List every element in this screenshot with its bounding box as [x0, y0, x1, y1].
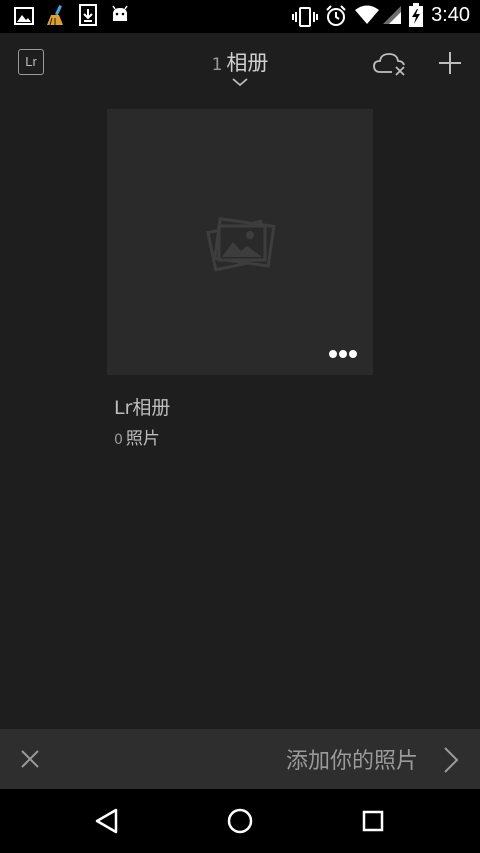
album-label: 相册 [226, 51, 269, 75]
status-bar: 3:40 [0, 0, 480, 33]
android-icon [112, 5, 128, 21]
chevron-down-icon[interactable] [231, 77, 249, 87]
album-selector[interactable]: 1 相册 [0, 47, 480, 77]
back-icon[interactable] [94, 807, 120, 835]
chevron-right-icon[interactable] [443, 746, 459, 774]
photo-count-label: 照片 [125, 429, 160, 449]
album-thumbnail[interactable] [107, 109, 373, 375]
photo-placeholder-icon [206, 217, 276, 272]
close-icon[interactable] [20, 749, 40, 769]
album-count: 1 [211, 55, 223, 75]
app-header: Lr 1 相册 [0, 33, 480, 95]
add-icon[interactable] [437, 50, 463, 76]
add-photos-banner[interactable]: 添加你的照片 [0, 729, 480, 789]
more-options-icon[interactable] [328, 348, 358, 360]
album-photo-count: 0 照片 [114, 424, 160, 449]
add-photos-label[interactable]: 添加你的照片 [286, 743, 418, 775]
alarm-icon [326, 5, 346, 26]
download-icon [79, 4, 97, 26]
home-icon[interactable] [227, 808, 253, 834]
gallery-icon [14, 7, 34, 25]
battery-icon [409, 3, 423, 27]
cleaner-icon [47, 5, 63, 26]
photo-count-number: 0 [114, 432, 123, 448]
cloud-sync-off-icon[interactable] [372, 51, 408, 77]
recents-icon[interactable] [362, 810, 384, 832]
clock: 3:40 [431, 4, 470, 26]
album-name[interactable]: Lr相册 [114, 393, 170, 420]
vibrate-icon [292, 7, 318, 27]
wifi-icon [355, 5, 379, 24]
system-nav-bar [0, 789, 480, 853]
signal-icon [383, 6, 401, 24]
